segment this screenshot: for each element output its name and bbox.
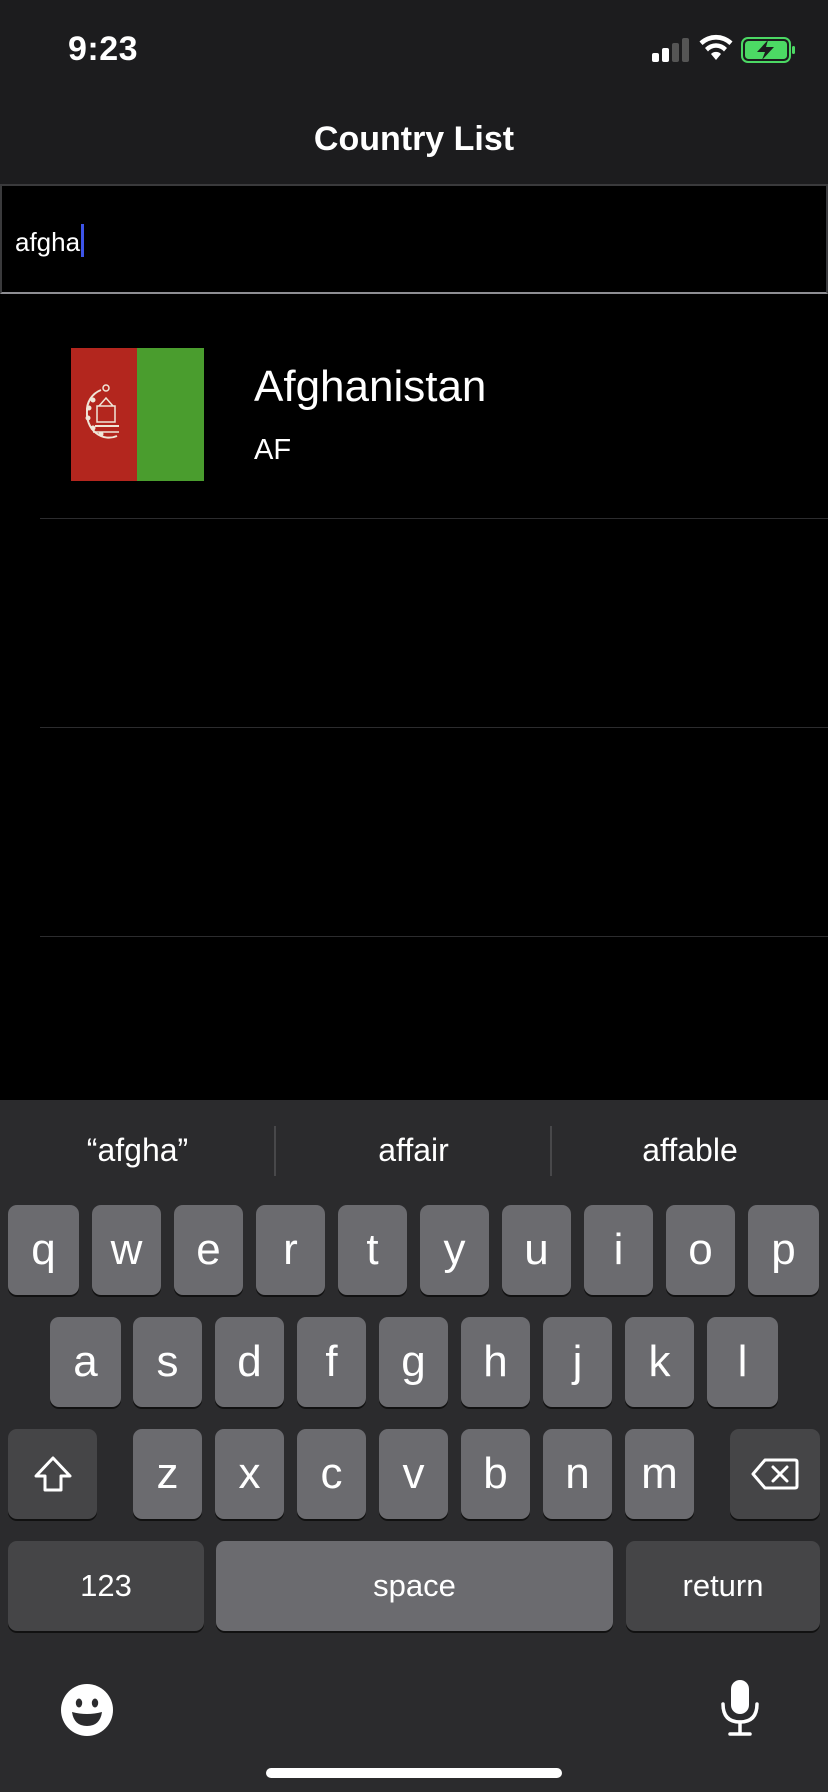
key-u[interactable]: u <box>502 1205 571 1295</box>
key-w[interactable]: w <box>92 1205 161 1295</box>
key-c[interactable]: c <box>297 1429 366 1519</box>
key-m[interactable]: m <box>625 1429 694 1519</box>
key-n[interactable]: n <box>543 1429 612 1519</box>
shift-icon <box>34 1456 71 1492</box>
key-y[interactable]: y <box>420 1205 489 1295</box>
search-query-value: afgha <box>15 227 81 257</box>
empty-list-row <box>40 519 828 728</box>
key-d[interactable]: d <box>215 1317 284 1407</box>
battery-charging-icon <box>741 37 795 63</box>
home-indicator[interactable] <box>266 1768 562 1778</box>
afghanistan-flag-image <box>71 348 204 481</box>
emoji-icon[interactable] <box>60 1683 114 1737</box>
key-o[interactable]: o <box>666 1205 735 1295</box>
key-e[interactable]: e <box>174 1205 243 1295</box>
key-t[interactable]: t <box>338 1205 407 1295</box>
key-r[interactable]: r <box>256 1205 325 1295</box>
suggestion-item[interactable]: “afgha” <box>0 1100 275 1200</box>
key-l[interactable]: l <box>707 1317 778 1407</box>
key-z[interactable]: z <box>133 1429 202 1519</box>
nav-bar: Country List <box>0 92 828 184</box>
key-a[interactable]: a <box>50 1317 121 1407</box>
key-i[interactable]: i <box>584 1205 653 1295</box>
numbers-key[interactable]: 123 <box>8 1541 204 1631</box>
return-key[interactable]: return <box>626 1541 820 1631</box>
key-b[interactable]: b <box>461 1429 530 1519</box>
delete-backspace-icon <box>751 1458 799 1490</box>
cellular-signal-icon <box>652 38 692 62</box>
space-key[interactable]: space <box>216 1541 613 1631</box>
search-input-text: afgha <box>15 224 85 258</box>
country-code: AF <box>254 434 292 466</box>
microphone-icon[interactable] <box>718 1678 762 1738</box>
key-p[interactable]: p <box>748 1205 819 1295</box>
list-item-country[interactable]: Afghanistan AF <box>40 292 828 519</box>
search-input[interactable]: afgha <box>0 184 828 294</box>
delete-key[interactable] <box>730 1429 820 1519</box>
suggestion-item[interactable]: affair <box>276 1100 551 1200</box>
suggestion-bar: “afgha” affair affable <box>0 1100 828 1200</box>
key-v[interactable]: v <box>379 1429 448 1519</box>
key-k[interactable]: k <box>625 1317 694 1407</box>
key-h[interactable]: h <box>461 1317 530 1407</box>
key-j[interactable]: j <box>543 1317 612 1407</box>
status-time: 9:23 <box>68 30 139 68</box>
wifi-icon <box>699 34 733 60</box>
status-bar: 9:23 <box>0 0 828 92</box>
suggestion-item[interactable]: affable <box>552 1100 828 1200</box>
text-caret <box>81 224 85 257</box>
key-q[interactable]: q <box>8 1205 79 1295</box>
key-f[interactable]: f <box>297 1317 366 1407</box>
page-title: Country List <box>313 120 515 158</box>
key-x[interactable]: x <box>215 1429 284 1519</box>
keyboard: “afgha” affair affable q w e r t y u i o… <box>0 1100 828 1792</box>
country-name: Afghanistan <box>254 362 487 411</box>
empty-list-row <box>40 728 828 937</box>
key-g[interactable]: g <box>379 1317 448 1407</box>
shift-key[interactable] <box>8 1429 97 1519</box>
key-s[interactable]: s <box>133 1317 202 1407</box>
